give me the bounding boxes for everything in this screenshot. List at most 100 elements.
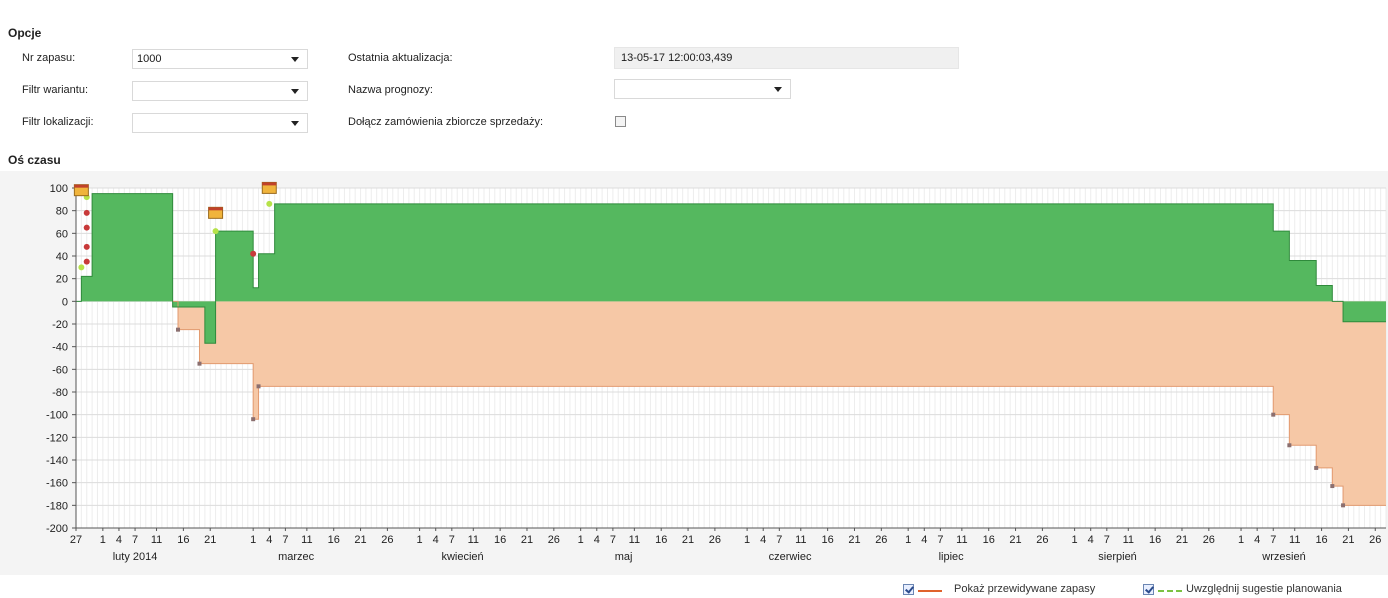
green-point [78,264,85,271]
forecast-name-combo[interactable] [614,79,791,99]
demand-point [256,384,261,389]
x-tick-label: 1 [1238,534,1244,546]
x-tick-label: 11 [629,534,640,546]
x-month-label: luty 2014 [113,551,158,563]
x-tick-label: 11 [1123,534,1134,546]
x-tick-label: 7 [610,534,616,546]
timeline-chart-svg: 100 80 60 40 20 0 -20 -40 -60 -80 -100 -120 -140 -160… [46,181,1387,563]
x-tick-label: 7 [282,534,288,546]
x-tick-label: 21 [204,534,216,546]
x-tick-label: 21 [682,534,694,546]
variant-filter-combo[interactable] [132,81,308,101]
x-tick-label: 21 [521,534,533,546]
legend-projected-line [918,590,942,592]
chevron-down-icon [291,121,299,126]
x-tick-label: 16 [328,534,340,546]
red-point [83,209,90,216]
y-tick-label: -60 [52,364,68,376]
calendar-icon-header [262,182,277,186]
chevron-down-icon [774,87,782,92]
demand-point [1271,412,1276,417]
legend-projected-checkbox[interactable] [903,584,914,595]
x-tick-label: 11 [795,534,806,546]
legend-suggestions-line [1158,590,1182,592]
red-point [83,224,90,231]
x-tick-label: 16 [1149,534,1161,546]
x-tick-label: 4 [1088,534,1094,546]
chevron-down-icon [291,89,299,94]
x-tick-label: 21 [354,534,366,546]
x-tick-label: 11 [956,534,967,546]
demand-point [1314,465,1319,470]
demand-point [176,327,181,332]
y-tick-label: 80 [56,206,68,218]
x-month-label: lipiec [939,551,965,563]
location-filter-combo[interactable] [132,113,308,133]
x-tick-label: 1 [905,534,911,546]
y-tick-label: 60 [56,228,68,240]
x-tick-label: 7 [132,534,138,546]
x-tick-label: 16 [655,534,667,546]
x-tick-label: 4 [116,534,122,546]
x-tick-label: 16 [822,534,834,546]
legend-suggestions-checkbox[interactable] [1143,584,1154,595]
demand-point [197,361,202,366]
x-month-label: marzec [278,551,315,563]
x-tick-label: 1 [1072,534,1078,546]
stock-no-label: Nr zapasu: [22,52,76,64]
x-tick-label: 7 [1270,534,1276,546]
y-tick-label: -40 [52,342,68,354]
demand-point [1341,503,1346,508]
forecast-name-label: Nazwa prognozy: [348,84,433,96]
stock-no-value: 1000 [137,53,162,65]
y-tick-label: 40 [56,251,68,263]
calendar-icon-header [208,207,223,211]
x-tick-label: 4 [594,534,600,546]
x-tick-label: 26 [1203,534,1215,546]
timeline-chart: 100 80 60 40 20 0 -20 -40 -60 -80 -100 -120 -140 -160… [0,171,1388,575]
location-filter-label: Filtr lokalizacji: [22,116,94,128]
x-tick-label: 7 [1104,534,1110,546]
red-point [83,243,90,250]
y-tick-label: 0 [62,296,68,308]
x-tick-label: 1 [250,534,256,546]
y-tick-label: -180 [46,500,68,512]
y-tick-label: -100 [46,410,68,422]
x-tick-label: 7 [776,534,782,546]
x-tick-label: 4 [921,534,927,546]
x-tick-label: 26 [1369,534,1381,546]
x-tick-label: 4 [266,534,272,546]
x-tick-label: 4 [1254,534,1260,546]
x-tick-label: 16 [494,534,506,546]
y-tick-label: 100 [50,183,68,195]
x-tick-label: 16 [983,534,995,546]
x-tick-label: 1 [100,534,106,546]
x-tick-label: 26 [1036,534,1048,546]
x-month-label: czerwiec [769,551,812,563]
demand-point [1287,443,1292,448]
x-month-label: kwiecień [441,551,483,563]
x-tick-label: 16 [1315,534,1327,546]
stock-no-combo[interactable]: 1000 [132,49,308,69]
x-tick-label: 21 [848,534,860,546]
x-month-label: wrzesień [1261,551,1305,563]
x-tick-label: 7 [449,534,455,546]
include-orders-label: Dołącz zamówienia zbiorcze sprzedaży: [348,116,544,128]
legend-projected-label: Pokaż przewidywane zapasy [954,583,1096,595]
chevron-down-icon [291,57,299,62]
x-month-label: maj [615,551,633,563]
x-tick-label: 11 [468,534,479,546]
x-tick-label: 21 [1009,534,1021,546]
timeline-title: Oś czasu [8,153,61,167]
red-point [250,250,257,257]
y-tick-label: -80 [52,387,68,399]
x-tick-label: 1 [744,534,750,546]
green-point [212,228,219,235]
calendar-icon-header [74,184,89,188]
include-orders-checkbox[interactable] [615,116,626,127]
y-tick-label: -120 [46,432,68,444]
demand-point [251,417,256,422]
y-tick-label: -20 [52,319,68,331]
x-tick-label: 11 [301,534,312,546]
x-tick-label: 4 [433,534,439,546]
